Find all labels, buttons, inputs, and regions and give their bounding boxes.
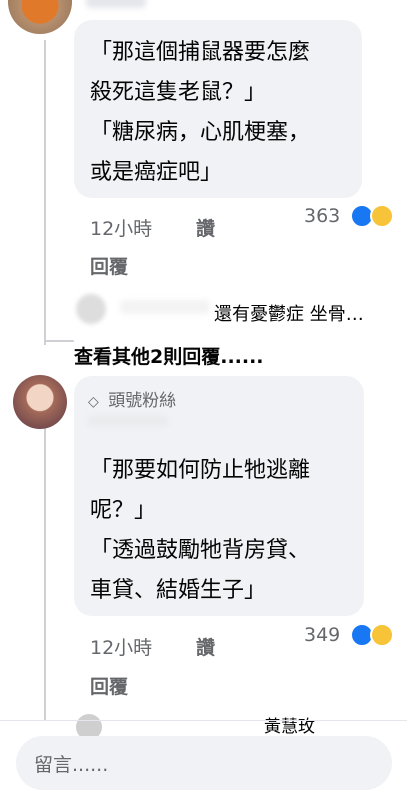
thread-line-2: [44, 420, 46, 720]
reply-avatar[interactable]: [76, 294, 106, 324]
haha-icon: [370, 623, 394, 647]
divider: [0, 720, 407, 721]
author-name[interactable]: [86, 0, 146, 8]
comment-line: 「那這個捕鼠器要怎麼: [90, 40, 311, 65]
comment-line: 呢？」: [90, 498, 157, 523]
view-more-replies[interactable]: 查看其他2則回覆......: [74, 342, 264, 369]
comment-line: 「糖尿病，心肌梗塞，: [90, 120, 311, 145]
avatar[interactable]: [8, 0, 72, 34]
reply-preview-text[interactable]: 黃慧玫: [264, 712, 315, 737]
comment-bubble[interactable]: ◇ 頭號粉絲 「那要如何防止牠逃離 呢？」 「透過鼓勵牠背房貸、 車貸、結婚生子…: [74, 376, 364, 616]
reaction-count[interactable]: 363: [304, 205, 340, 227]
reply-button[interactable]: 回覆: [90, 252, 128, 279]
haha-icon: [370, 204, 394, 228]
diamond-icon: ◇: [88, 394, 99, 410]
author-name[interactable]: [88, 416, 168, 426]
comment-line: 「透過鼓勵牠背房貸、: [90, 538, 311, 563]
reply-author-name[interactable]: [120, 300, 210, 314]
top-fan-badge: ◇ 頭號粉絲: [88, 386, 176, 411]
comment-placeholder: 留言......: [34, 754, 109, 776]
thread-connector: [44, 340, 74, 342]
like-button[interactable]: 讚: [196, 214, 215, 241]
like-button[interactable]: 讚: [196, 633, 215, 660]
reply-button[interactable]: 回覆: [90, 672, 128, 699]
comment-time: 12小時: [90, 637, 153, 659]
comment-line: 「那要如何防止牠逃離: [90, 458, 311, 483]
comment-bubble[interactable]: 「那這個捕鼠器要怎麼 殺死這隻老鼠？」 「糖尿病，心肌梗塞， 或是癌症吧」: [74, 20, 362, 198]
reply-preview-text[interactable]: 還有憂鬱症 坐骨…: [214, 300, 364, 326]
badge-label: 頭號粉絲: [108, 391, 177, 411]
comment-line: 殺死這隻老鼠？」: [90, 80, 267, 105]
comment-line: 或是癌症吧」: [90, 160, 223, 185]
reaction-count[interactable]: 349: [304, 624, 340, 646]
avatar[interactable]: [13, 375, 67, 429]
thread-line: [44, 40, 46, 345]
comment-line: 車貸、結婚生子」: [90, 578, 267, 603]
comment-time: 12小時: [90, 218, 153, 240]
comment-input[interactable]: 留言......: [16, 736, 392, 790]
